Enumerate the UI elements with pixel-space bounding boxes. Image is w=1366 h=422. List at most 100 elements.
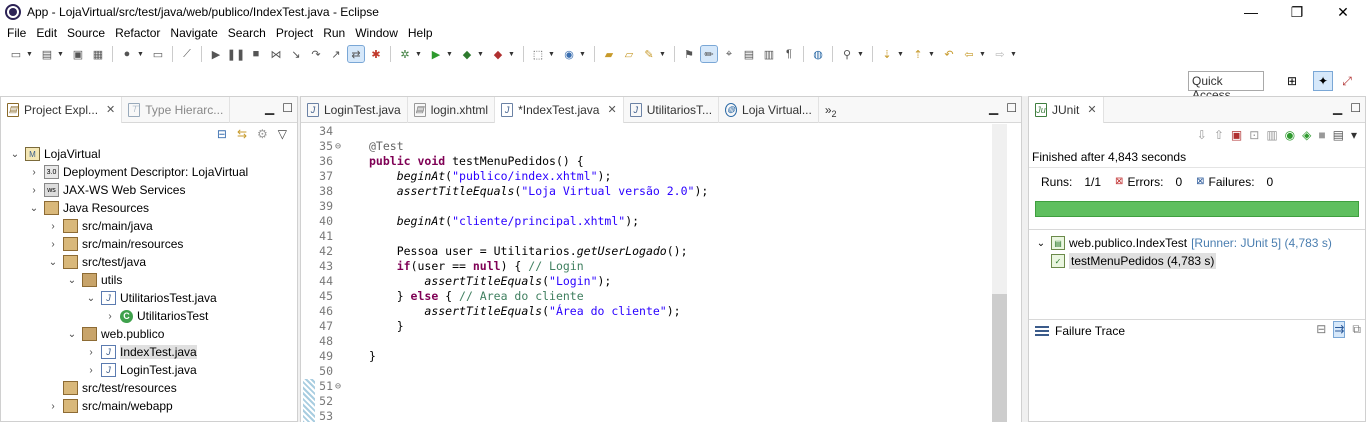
java-ee-perspective-icon[interactable]: ✦ [1313,71,1333,91]
open-dropdown-icon[interactable]: ▼ [57,51,64,58]
back-icon[interactable]: ⇦ [961,46,977,62]
twisty-icon[interactable]: ⌄ [85,293,97,304]
rerun-test-icon[interactable]: ◉ [1285,128,1295,142]
close-tab-icon[interactable]: ✕ [106,103,115,116]
resume-icon[interactable]: ▶ [208,46,224,62]
show-failures-only-icon[interactable]: ▣ [1231,128,1242,142]
debug-dropdown-icon[interactable]: ▼ [415,51,422,58]
next-failure-icon[interactable]: ⇩ [1197,128,1207,142]
coverage-icon[interactable]: ◆ [459,46,475,62]
tab-loja-virtual[interactable]: ◍ Loja Virtual... [719,96,819,123]
coverage-dropdown-icon[interactable]: ▼ [477,51,484,58]
twisty-icon[interactable]: › [47,221,59,232]
server-dropdown-icon[interactable]: ▼ [137,51,144,58]
globe-icon[interactable]: ◍ [810,46,826,62]
tab-project-explorer[interactable]: ▤ Project Expl... ✕ [1,96,123,123]
pin-editor-icon[interactable]: ⚲ [839,46,855,62]
new-class-dropdown-icon[interactable]: ▼ [579,51,586,58]
fold-toggle-icon[interactable]: ⊖ [335,379,347,394]
pin-dropdown-icon[interactable]: ▼ [857,51,864,58]
previous-annotation-icon[interactable]: ⇡ [910,46,926,62]
last-edit-location-icon[interactable]: ↶ [941,46,957,62]
tree-item[interactable]: › J IndexTest.java [1,343,297,361]
tree-item[interactable]: ⌄ Java Resources [1,199,297,217]
link-with-editor-icon[interactable]: ⇆ [237,127,247,141]
tab-type-hierarchy[interactable]: ⊤ Type Hierarc... [122,96,231,123]
menu-source[interactable]: Source [62,26,110,40]
rerun-failed-first-icon[interactable]: ◈ [1302,128,1311,142]
twisty-icon[interactable]: ⌄ [47,257,59,268]
twisty-icon[interactable]: › [104,311,116,322]
tree-item[interactable]: ⌄ J UtilitariosTest.java [1,289,297,307]
previous-failure-icon[interactable]: ⇧ [1214,128,1224,142]
run-icon[interactable]: ▶ [428,46,444,62]
run-dropdown-icon[interactable]: ▼ [446,51,453,58]
skip-breakpoints-icon[interactable]: ⟋ [179,46,195,62]
minimize-view-icon[interactable]: ▁ [989,101,998,115]
toggle-mark-occurrences-icon[interactable]: ⚑ [681,46,697,62]
previous-annotation-dropdown-icon[interactable]: ▼ [928,51,935,58]
new-class-icon[interactable]: ◉ [561,46,577,62]
tree-item[interactable]: › ws JAX-WS Web Services [1,181,297,199]
tab-login-xhtml[interactable]: ▤ login.xhtml [408,96,496,123]
tree-item[interactable]: › src/main/resources [1,235,297,253]
debug-perspective-icon[interactable]: ⤢ [1338,72,1356,90]
tree-item[interactable]: src/test/resources [1,379,297,397]
menu-window[interactable]: Window [350,26,403,40]
tree-item[interactable]: › src/main/webapp [1,397,297,415]
stop-icon[interactable]: ■ [1318,128,1325,142]
forward-icon[interactable]: ⇨ [992,46,1008,62]
filter-stack-trace-icon[interactable]: ⇉ [1333,321,1346,338]
pilcrow-icon[interactable]: ¶ [781,46,797,62]
new-icon[interactable]: ▭ [8,46,24,62]
new-dropdown-icon[interactable]: ▼ [26,51,33,58]
step-return-icon[interactable]: ↗ [328,46,344,62]
test-run-history-icon[interactable]: ▤ [1333,128,1344,142]
copy-trace-icon[interactable]: ⧉ [1352,322,1361,337]
twisty-icon[interactable]: › [28,185,40,196]
quick-access-field[interactable]: Quick Access [1188,71,1264,102]
twisty-icon[interactable]: › [85,347,97,358]
external-tools-dropdown-icon[interactable]: ▼ [508,51,515,58]
maximize-view-icon[interactable]: ☐ [1006,101,1017,115]
step-into-icon[interactable]: ↘ [288,46,304,62]
filter-icon[interactable]: ⚙ [257,127,268,141]
toggle-word-wrap-icon[interactable]: ▥ [761,46,777,62]
back-dropdown-icon[interactable]: ▼ [979,51,986,58]
search-icon[interactable]: ✎ [641,46,657,62]
next-annotation-icon[interactable]: ⇣ [879,46,895,62]
maximize-view-icon[interactable]: ☐ [1350,101,1361,115]
tree-item[interactable]: ⌄ web.publico [1,325,297,343]
show-whitespace-icon[interactable]: ▤ [741,46,757,62]
editor-scrollbar[interactable] [992,124,1007,422]
use-step-filters-icon[interactable]: ⇄ [347,45,365,63]
menu-navigate[interactable]: Navigate [165,26,222,40]
server-icon[interactable]: ● [119,46,135,62]
suspend-icon[interactable]: ❚❚ [227,46,245,62]
menu-search[interactable]: Search [223,26,271,40]
close-tab-icon[interactable]: ✕ [1087,103,1096,116]
open-folder-icon[interactable]: ▰ [601,46,617,62]
menu-refactor[interactable]: Refactor [110,26,165,40]
show-skipped-icon[interactable]: ▥ [1266,128,1277,142]
forward-dropdown-icon[interactable]: ▼ [1010,51,1017,58]
tree-item[interactable]: ⌄ M LojaVirtual [1,145,297,163]
menu-project[interactable]: Project [271,26,318,40]
close-window-button[interactable]: ✕ [1320,0,1366,24]
minimize-view-icon[interactable]: ▁ [265,101,274,115]
debug-icon[interactable]: ✲ [397,46,413,62]
tab-index-test[interactable]: J *IndexTest.java ✕ [495,96,624,123]
twisty-icon[interactable]: ⌄ [66,275,78,286]
maximize-view-icon[interactable]: ☐ [282,101,293,115]
twisty-icon[interactable]: › [85,365,97,376]
twisty-icon[interactable]: › [28,167,40,178]
save-icon[interactable]: ▣ [70,46,86,62]
view-menu-icon[interactable]: ▽ [278,127,287,141]
tree-item[interactable]: › C UtilitariosTest [1,307,297,325]
new-java-project-icon[interactable]: ⬚ [530,46,546,62]
open-perspective-icon[interactable]: ⊞ [1283,72,1301,90]
menu-run[interactable]: Run [318,26,350,40]
tab-login-test[interactable]: J LoginTest.java [301,96,408,123]
twisty-icon[interactable]: › [47,401,59,412]
collapse-all-icon[interactable]: ⊟ [217,127,227,141]
